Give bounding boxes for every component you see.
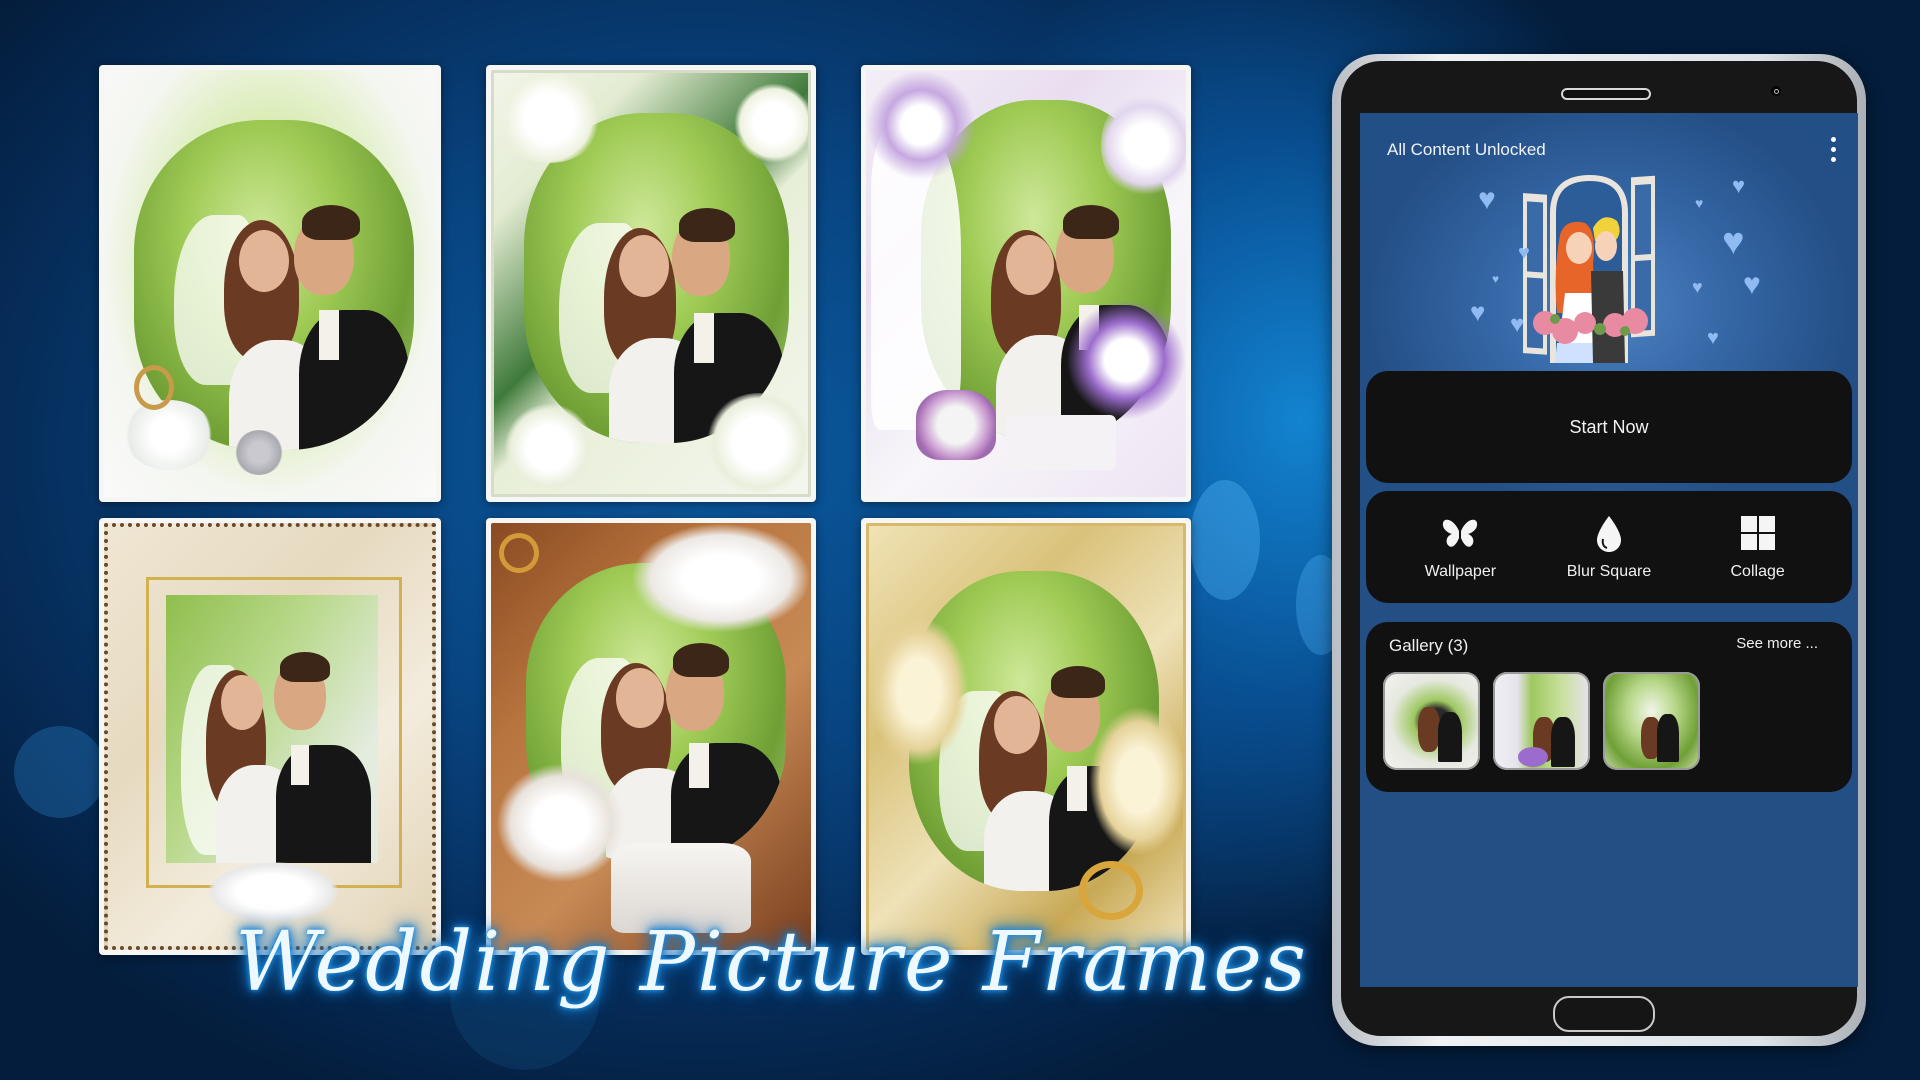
cream-gold-doves-frame[interactable] (99, 518, 441, 955)
lily-decoration (869, 616, 969, 766)
lily-decoration (496, 763, 626, 883)
app-header-title: All Content Unlocked (1387, 140, 1546, 159)
wallpaper-button[interactable]: Wallpaper (1400, 513, 1520, 581)
blur-square-label: Blur Square (1566, 563, 1652, 580)
flower-decoration (124, 400, 214, 470)
heart-icon: ♥ (1510, 311, 1525, 338)
gallery-thumbnail[interactable] (1383, 672, 1480, 770)
speaker-grille (1561, 88, 1651, 100)
heart-icon: ♥ (1692, 277, 1703, 297)
flower-decoration (734, 83, 808, 163)
lily-decoration (1089, 706, 1183, 856)
flower-decoration (234, 430, 284, 475)
flower-decoration (1066, 300, 1186, 420)
tools-panel: Wallpaper Blur Square Collage (1366, 491, 1852, 603)
white-diamond-frame[interactable] (99, 65, 441, 502)
golden-lily-frame[interactable] (861, 518, 1191, 955)
ring-box-decoration (916, 390, 996, 460)
ring-decoration (134, 365, 174, 410)
gallery-thumbnail[interactable] (1603, 672, 1700, 770)
grid-icon (1740, 516, 1775, 550)
butterfly-icon (1443, 519, 1478, 547)
heart-icon: ♥ (1492, 272, 1500, 286)
flower-decoration (504, 403, 594, 493)
heart-icon: ♥ (1743, 268, 1761, 301)
ring-decoration (499, 533, 539, 573)
wallpaper-label: Wallpaper (1424, 563, 1497, 580)
flower-decoration (866, 70, 976, 180)
lily-decoration (631, 523, 811, 633)
gallery-title: Gallery (3) (1389, 636, 1469, 655)
more-vertical-icon[interactable] (1818, 131, 1848, 167)
heart-icon: ♥ (1732, 173, 1746, 198)
heart-icon: ♥ (1707, 327, 1719, 349)
lilac-orchid-frame[interactable] (861, 65, 1191, 502)
promo-title: Wedding Picture Frames (235, 915, 1308, 1010)
bokeh-light (1190, 480, 1260, 600)
phone-mockup: All Content Unlocked ♥ ♥ ♥ ♥ ♥ ♥ ♥ ♥ ♥ ♥… (1332, 54, 1866, 1046)
drop-icon (1596, 516, 1621, 552)
heart-icon: ♥ (1478, 183, 1496, 216)
sheet-music-decoration (1006, 415, 1116, 470)
blur-square-button[interactable]: Blur Square (1549, 513, 1669, 581)
front-camera (1771, 86, 1781, 96)
flower-decoration (1101, 90, 1186, 200)
white-jasmine-frame[interactable] (486, 65, 816, 502)
app-screen: All Content Unlocked ♥ ♥ ♥ ♥ ♥ ♥ ♥ ♥ ♥ ♥… (1360, 113, 1858, 987)
flower-decoration (704, 393, 808, 493)
gallery-thumbnail[interactable] (1493, 672, 1590, 770)
collage-button[interactable]: Collage (1698, 513, 1818, 581)
phone-bezel: All Content Unlocked ♥ ♥ ♥ ♥ ♥ ♥ ♥ ♥ ♥ ♥… (1341, 61, 1858, 1036)
heart-icon: ♥ (1470, 297, 1486, 327)
home-button[interactable] (1553, 996, 1655, 1032)
start-now-label: Start Now (1569, 416, 1649, 437)
bronze-lily-frame[interactable] (486, 518, 816, 955)
start-now-button[interactable]: Start Now (1366, 371, 1852, 483)
gallery-panel: Gallery (3) See more ... (1366, 622, 1852, 792)
see-more-link[interactable]: See more ... (1736, 635, 1818, 652)
heart-icon: ♥ (1722, 221, 1745, 263)
ring-decoration (1079, 861, 1143, 920)
doves-decoration (208, 862, 338, 922)
bokeh-light (14, 726, 106, 818)
heart-icon: ♥ (1695, 195, 1704, 211)
heart-icon: ♥ (1518, 242, 1530, 264)
collage-label: Collage (1730, 563, 1785, 580)
flower-decoration (494, 73, 604, 163)
gallery-thumbnails (1383, 672, 1700, 770)
couple-photo (166, 595, 378, 863)
